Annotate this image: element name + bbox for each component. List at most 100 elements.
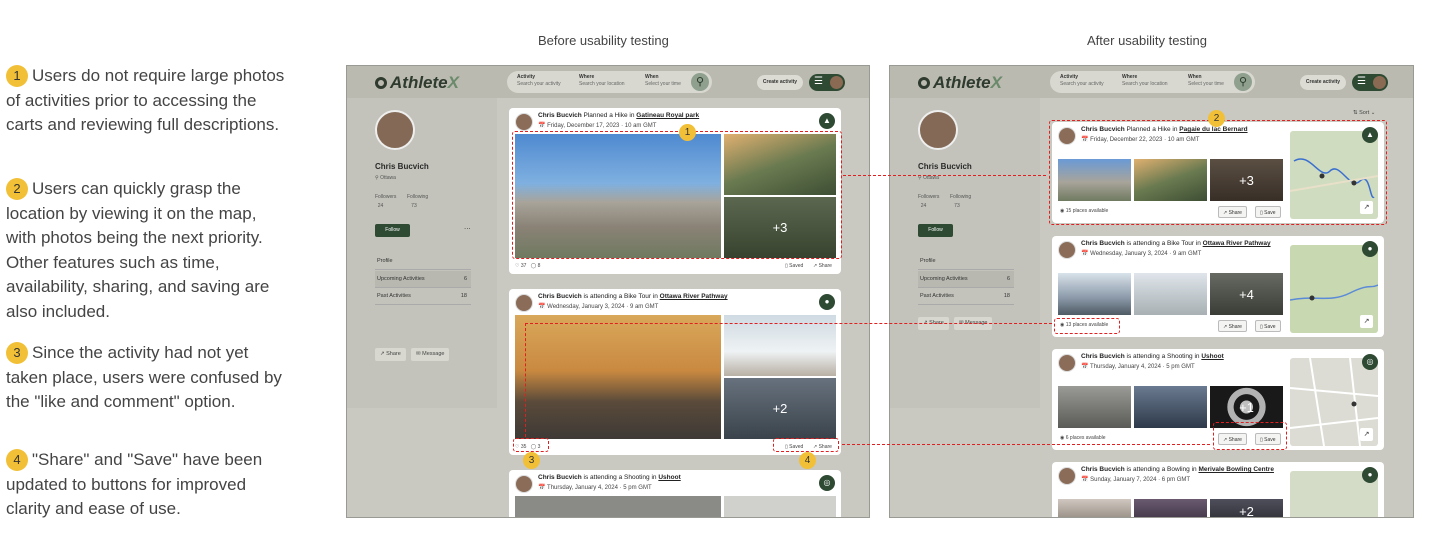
user-avatar: [515, 475, 533, 493]
note-number: 1: [6, 65, 28, 87]
expand-map-icon[interactable]: ↗: [1360, 428, 1373, 441]
following-stat[interactable]: Following 73: [407, 193, 428, 211]
highlight-photos: [512, 131, 842, 259]
nav-past-activities[interactable]: Past Activities 18: [375, 288, 471, 305]
activity-photo[interactable]: [1058, 499, 1131, 517]
menu-icon: ☰: [1357, 76, 1366, 87]
search-where[interactable]: Where Search your location: [1122, 74, 1168, 88]
activity-photo-more[interactable]: +2: [724, 378, 836, 439]
activity-photo-more[interactable]: +2: [1210, 499, 1283, 517]
card-title: Chris Bucvich is attending a Shooting in…: [538, 474, 681, 481]
search-icon[interactable]: ⚲: [1234, 73, 1252, 91]
note-text: "Share" and "Save" have been updated to …: [6, 450, 263, 518]
followers-stat[interactable]: Followers 24: [375, 193, 396, 211]
follow-button[interactable]: Follow: [375, 224, 410, 237]
saved-link[interactable]: ▯ Saved: [785, 263, 803, 269]
profile-avatar: [918, 110, 958, 150]
avatar: [1373, 76, 1386, 89]
following-stat[interactable]: Following 73: [950, 193, 971, 211]
card-date: 📅 Friday, December 17, 2023 · 10 am GMT: [538, 123, 657, 129]
note-4: 4 "Share" and "Save" have been updated to…: [6, 448, 286, 522]
highlight-availability: [1054, 318, 1120, 334]
profile-location: ⚲ Ottawa: [375, 175, 396, 181]
search-when[interactable]: When Select your time: [645, 74, 681, 88]
note-number: 4: [6, 449, 28, 471]
followers-stat[interactable]: Followers 24: [918, 193, 939, 211]
more-options-icon[interactable]: ...: [464, 222, 471, 231]
place-link[interactable]: Ottawa River Pathway: [1203, 240, 1271, 247]
after-title: After usability testing: [1087, 33, 1207, 48]
nav-profile[interactable]: Profile: [918, 253, 1014, 270]
hiking-icon: ▲: [819, 113, 835, 129]
callout-badge-2: 2: [1208, 110, 1225, 127]
search-where[interactable]: Where Search your location: [579, 74, 625, 88]
search-activity[interactable]: Activity Search your activity: [1060, 74, 1104, 88]
bike-icon: ●: [1362, 241, 1378, 257]
highlight-share-save: [773, 438, 839, 452]
search-bar[interactable]: Activity Search your activity Where Search…: [507, 71, 712, 93]
nav-upcoming-activities[interactable]: Upcoming Activities 6: [375, 271, 471, 288]
account-menu-button[interactable]: ☰: [1352, 74, 1388, 91]
activity-photo[interactable]: [1058, 386, 1131, 428]
card-date: 📅 Thursday, January 4, 2024 · 5 pm GMT: [1081, 364, 1195, 370]
profile-sidebar: Chris Bucvich ⚲ Ottawa Followers 24 Foll…: [890, 98, 1040, 408]
activity-card[interactable]: Chris Bucvich is attending a Bowling in …: [1052, 462, 1384, 517]
note-2: 2 Users can quickly grasp the location by…: [6, 177, 286, 324]
app-logo[interactable]: AthleteX: [918, 73, 1002, 93]
sort-dropdown[interactable]: ⇅ Sort ⌄: [1353, 110, 1375, 116]
logo-text: Athlete: [933, 73, 991, 92]
location-map[interactable]: ↗: [1290, 245, 1378, 333]
logo-mark-icon: [918, 77, 930, 89]
highlight-share-save-buttons: [1213, 422, 1287, 450]
search-when[interactable]: When Select your time: [1188, 74, 1224, 88]
save-button[interactable]: ▯ Save: [1255, 320, 1281, 332]
like-comment-row[interactable]: ♡ 37 ◯ 8: [515, 263, 540, 269]
share-link[interactable]: ↗ Share: [813, 263, 832, 269]
note-number: 2: [6, 178, 28, 200]
activity-photo-more[interactable]: +4: [1210, 273, 1283, 315]
profile-share-button[interactable]: ↗ Share: [375, 348, 406, 361]
target-icon: ◎: [819, 475, 835, 491]
connector-arrow: [525, 323, 1052, 324]
place-link[interactable]: Ottawa River Pathway: [660, 293, 728, 300]
place-link[interactable]: Ushoot: [1201, 353, 1223, 360]
callout-badge-4: 4: [799, 452, 816, 469]
activity-photo[interactable]: [515, 496, 721, 517]
top-bar: AthleteX Activity Search your activity Wh…: [890, 66, 1413, 98]
share-button[interactable]: ↗ Share: [1218, 320, 1247, 332]
nav-profile[interactable]: Profile: [375, 253, 471, 270]
more-photos-count: +2: [724, 378, 836, 439]
note-1: 1 Users do not require large photos of ac…: [6, 64, 286, 138]
activity-photo[interactable]: [724, 496, 836, 517]
location-map[interactable]: ↗: [1290, 358, 1378, 446]
create-activity-button[interactable]: Create activity: [757, 75, 803, 90]
activity-card[interactable]: Chris Bucvich is attending a Bike Tour i…: [509, 289, 841, 455]
account-menu-button[interactable]: ☰: [809, 74, 845, 91]
search-icon[interactable]: ⚲: [691, 73, 709, 91]
profile-sidebar: Chris Bucvich ⚲ Ottawa Followers 24 Foll…: [347, 98, 497, 408]
search-bar[interactable]: Activity Search your activity Where Search…: [1050, 71, 1255, 93]
profile-message-button[interactable]: ✉ Message: [411, 348, 450, 361]
user-avatar: [1058, 241, 1076, 259]
activity-card[interactable]: Chris Bucvich is attending a Shooting in…: [509, 470, 841, 517]
activity-photo[interactable]: [1134, 273, 1207, 315]
activity-photo[interactable]: [1134, 499, 1207, 517]
card-date: 📅 Wednesday, January 3, 2024 · 9 am GMT: [538, 304, 659, 310]
place-link[interactable]: Merivale Bowling Centre: [1198, 466, 1274, 473]
activity-photo[interactable]: [515, 315, 721, 439]
card-date: 📅 Wednesday, January 3, 2024 · 9 am GMT: [1081, 251, 1202, 257]
follow-button[interactable]: Follow: [918, 224, 953, 237]
place-link[interactable]: Gatineau Royal park: [636, 112, 699, 119]
search-activity[interactable]: Activity Search your activity: [517, 74, 561, 88]
create-activity-button[interactable]: Create activity: [1300, 75, 1346, 90]
expand-map-icon[interactable]: ↗: [1360, 315, 1373, 328]
menu-icon: ☰: [814, 76, 823, 87]
nav-upcoming-activities[interactable]: Upcoming Activities 6: [918, 271, 1014, 288]
activity-photo[interactable]: [1134, 386, 1207, 428]
activity-photo[interactable]: [724, 315, 836, 376]
nav-past-activities[interactable]: Past Activities 18: [918, 288, 1014, 305]
activity-photo[interactable]: [1058, 273, 1131, 315]
place-link[interactable]: Ushoot: [658, 474, 680, 481]
app-logo[interactable]: AthleteX: [375, 73, 459, 93]
user-avatar: [1058, 467, 1076, 485]
